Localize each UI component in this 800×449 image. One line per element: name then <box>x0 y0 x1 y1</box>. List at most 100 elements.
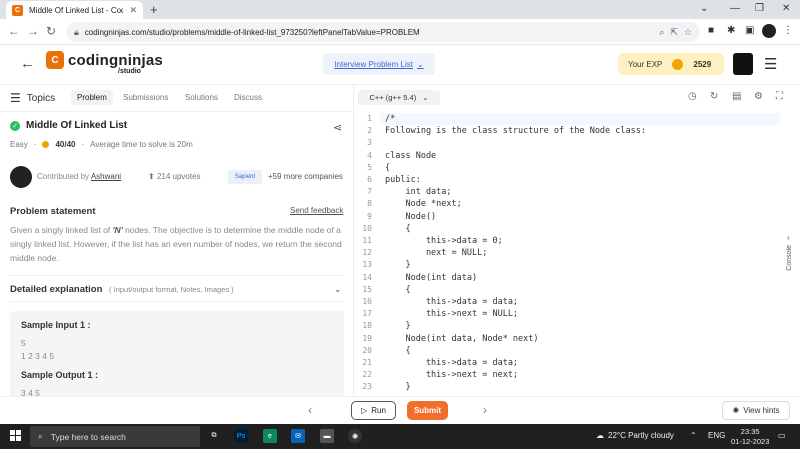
user-avatar[interactable] <box>733 53 753 75</box>
code-line[interactable]: } <box>385 260 410 270</box>
code-line[interactable]: Node(int data) <box>385 273 477 283</box>
weather-widget[interactable]: ☁ 22°C Partly cloudy <box>596 431 674 440</box>
zoom-icon[interactable]: ⌕ <box>659 27 664 38</box>
code-line[interactable]: public: <box>385 175 421 185</box>
console-toggle[interactable]: Console <box>786 245 793 271</box>
chevron-down-icon[interactable]: ⌄ <box>334 284 342 295</box>
reload-icon[interactable]: ↻ <box>46 24 56 38</box>
sidepanel-icon[interactable]: ▣ <box>745 25 754 36</box>
extension-icon[interactable]: ■ <box>708 25 714 36</box>
windows-start-icon[interactable] <box>10 430 21 441</box>
code-line[interactable]: { <box>385 163 390 173</box>
codingninjas-logo[interactable]: C codingninjas <box>46 51 163 69</box>
code-line[interactable]: Node(int data, Node* next) <box>385 334 538 344</box>
hamburger-menu-icon[interactable]: ☰ <box>764 55 777 73</box>
code-line[interactable]: next = NULL; <box>385 248 487 258</box>
task-view-icon[interactable]: ⧉ <box>207 429 221 443</box>
close-tab-icon[interactable]: ✕ <box>129 5 137 16</box>
code-line[interactable]: class Node <box>385 151 436 161</box>
submit-button[interactable]: Submit <box>407 401 448 420</box>
notes-icon[interactable]: ▤ <box>732 91 741 102</box>
code-line[interactable]: /* <box>385 114 395 124</box>
windows-taskbar: ⌕ Type here to search ⧉ Ps e ✉ ▬ ◉ ☁ 22°… <box>0 424 800 449</box>
code-line[interactable]: Following is the class structure of the … <box>385 126 646 136</box>
sample-input-line: 1 2 3 4 5 <box>21 351 55 361</box>
code-line[interactable]: { <box>385 224 410 234</box>
send-feedback-link[interactable]: Send feedback <box>290 206 343 215</box>
code-area[interactable]: 1 /* 2 Following is the class structure of … <box>354 112 780 396</box>
file-explorer-icon[interactable]: ▬ <box>320 429 334 443</box>
new-tab-icon[interactable]: + <box>150 2 158 17</box>
edge-icon[interactable]: e <box>263 429 277 443</box>
tab-search-icon[interactable]: ⌄ <box>700 3 708 14</box>
taskbar-search[interactable]: ⌕ Type here to search <box>30 426 200 447</box>
code-line[interactable]: this->data = 0; <box>385 236 503 246</box>
topics-button[interactable]: ☰ Topics <box>10 91 55 105</box>
app-header: ← C codingninjas /studio Interview Probl… <box>0 45 800 85</box>
lightbulb-icon: ✺ <box>732 406 740 415</box>
profile-avatar[interactable] <box>762 24 776 38</box>
code-line[interactable]: this->data = data; <box>385 358 518 368</box>
language-indicator[interactable]: ENG <box>708 431 725 440</box>
photoshop-icon[interactable]: Ps <box>234 429 248 443</box>
code-line[interactable]: Node *next; <box>385 199 461 209</box>
code-line[interactable]: { <box>385 346 410 356</box>
notifications-icon[interactable]: ▭ <box>778 431 786 440</box>
next-problem-icon[interactable]: › <box>483 403 487 417</box>
code-line[interactable]: this->next = next; <box>385 370 518 380</box>
bookmark-star-icon[interactable]: ☆ <box>684 27 692 38</box>
code-line[interactable]: } <box>385 382 410 392</box>
upvote-button[interactable]: ⬆ 214 upvotes <box>148 172 201 181</box>
settings-gear-icon[interactable]: ⚙ <box>754 91 763 102</box>
tab-solutions[interactable]: Solutions <box>185 93 218 102</box>
action-bar: ‹ ▷ Run Submit › ✺ View hints <box>0 396 800 424</box>
code-line[interactable]: int data; <box>385 187 451 197</box>
exp-badge[interactable]: Your EXP 2529 <box>618 53 724 75</box>
back-arrow-icon[interactable]: ← <box>20 55 35 72</box>
mail-icon[interactable]: ✉ <box>291 429 305 443</box>
chrome-icon[interactable]: ◉ <box>348 429 362 443</box>
address-bar-row: ← → ↻ 🔒︎ codingninjas.com/studio/problem… <box>0 19 800 45</box>
average-time: Average time to solve is 20m <box>90 140 193 149</box>
detailed-explanation-toggle[interactable]: Detailed explanation ( Input/output form… <box>10 284 234 295</box>
play-icon: ▷ <box>361 406 368 415</box>
browser-tab[interactable]: C Middle Of Linked List - Coding N ✕ <box>6 1 143 19</box>
language-select[interactable]: C++ (g++ 5.4) ⌄ <box>358 90 440 105</box>
detailed-subtext: ( Input/output format, Notes, Images ) <box>109 285 234 294</box>
chevron-left-icon[interactable]: ‹ <box>787 233 790 242</box>
browser-menu-icon[interactable]: ⋮ <box>783 25 793 36</box>
reset-code-icon[interactable]: ↻ <box>710 91 718 102</box>
interview-problem-list-button[interactable]: Interview Problem List ⌄ <box>323 53 435 75</box>
forward-icon[interactable]: → <box>27 24 39 38</box>
run-button[interactable]: ▷ Run <box>351 401 396 420</box>
share-icon[interactable]: ⋖ <box>333 121 342 134</box>
line-number: 8 <box>367 199 372 209</box>
prev-problem-icon[interactable]: ‹ <box>308 403 312 417</box>
code-line[interactable]: this->next = NULL; <box>385 309 518 319</box>
tab-discuss[interactable]: Discuss <box>234 93 262 102</box>
search-icon: ⌕ <box>38 431 43 441</box>
topics-label: Topics <box>26 92 56 104</box>
view-hints-label: View hints <box>743 406 780 415</box>
share-page-icon[interactable]: ⇱ <box>670 27 678 38</box>
more-companies[interactable]: +59 more companies <box>268 172 343 181</box>
fullscreen-icon[interactable]: ⛶ <box>776 91 783 102</box>
contributor-link[interactable]: Ashwani <box>91 172 121 181</box>
tray-chevron-icon[interactable]: ⌃ <box>690 431 697 440</box>
code-line[interactable]: Node() <box>385 212 436 222</box>
extensions-puzzle-icon[interactable]: ✱ <box>727 25 735 36</box>
restore-icon[interactable]: ❐ <box>755 3 764 14</box>
lock-icon[interactable]: 🔒︎ <box>74 27 79 38</box>
close-window-icon[interactable]: ✕ <box>782 3 790 14</box>
timer-icon[interactable]: ◷ <box>688 91 697 102</box>
code-line[interactable]: { <box>385 285 410 295</box>
view-hints-button[interactable]: ✺ View hints <box>722 401 790 420</box>
code-line[interactable]: } <box>385 321 410 331</box>
minimize-icon[interactable]: — <box>730 3 740 14</box>
clock[interactable]: 23:35 01-12-2023 <box>731 427 769 447</box>
code-line[interactable]: this->data = data; <box>385 297 518 307</box>
back-icon[interactable]: ← <box>8 24 20 38</box>
tab-problem[interactable]: Problem <box>71 90 113 105</box>
url-bar[interactable]: 🔒︎ codingninjas.com/studio/problems/midd… <box>66 22 700 42</box>
tab-submissions[interactable]: Submissions <box>123 93 168 102</box>
